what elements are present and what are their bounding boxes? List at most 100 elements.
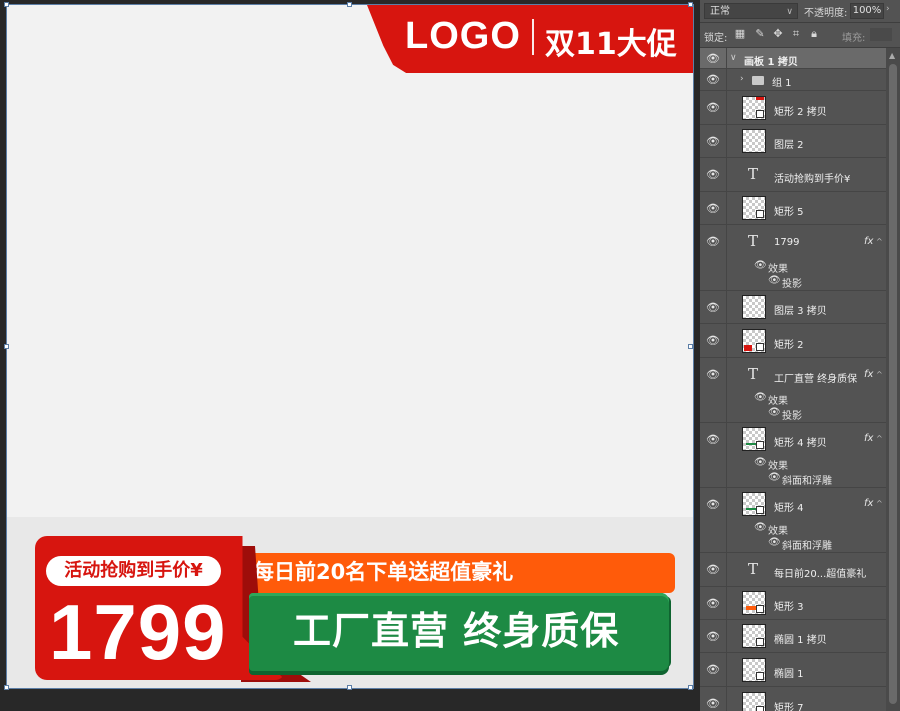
eye-icon[interactable]: 👁︎ <box>706 433 720 447</box>
text-layer-icon: T <box>748 232 759 250</box>
fx-icon[interactable]: fx <box>864 498 873 509</box>
smart-object-badge-icon <box>756 638 764 646</box>
transform-handle-top-middle[interactable] <box>347 2 352 7</box>
chevron-up-icon[interactable]: ^ <box>876 370 883 379</box>
scrollbar-thumb[interactable] <box>889 64 897 704</box>
layer-name: 每日前20...超值豪礼 <box>774 569 867 580</box>
layer-row[interactable]: 👁︎ T 工厂直营 终身质保 fx ^ 👁︎ 效果 👁︎ 投影 <box>700 358 886 423</box>
lock-transparent-pixels-icon[interactable]: ▦ <box>734 28 746 40</box>
eye-icon[interactable]: 👁︎ <box>706 334 720 348</box>
scroll-up-icon[interactable]: ▲ <box>889 51 895 60</box>
text-layer-icon: T <box>748 560 759 578</box>
eye-icon[interactable]: 👁︎ <box>706 630 720 644</box>
eye-icon[interactable]: 👁︎ <box>706 498 720 512</box>
layer-row[interactable]: 👁︎ T 每日前20...超值豪礼 <box>700 553 886 587</box>
eye-icon[interactable]: 👁︎ <box>706 202 720 216</box>
folder-icon <box>752 76 764 85</box>
smart-object-badge-icon <box>756 672 764 680</box>
logo-promo-text: 双11大促 <box>545 27 677 62</box>
layer-row-group[interactable]: 👁︎ › 组 1 <box>700 69 886 91</box>
eye-icon[interactable]: 👁︎ <box>706 235 720 249</box>
fx-icon[interactable]: fx <box>864 369 873 380</box>
eye-icon[interactable]: 👁︎ <box>706 368 720 382</box>
transform-handle-top-left[interactable] <box>4 2 9 7</box>
chevron-up-icon[interactable]: ^ <box>876 499 883 508</box>
eye-icon[interactable]: 👁︎ <box>706 52 720 66</box>
layer-thumbnail <box>742 427 766 451</box>
eye-icon[interactable]: 👁︎ <box>754 457 767 468</box>
layer-row-artboard[interactable]: 👁︎ ∨ 画板 1 拷贝 <box>700 48 886 69</box>
artboard[interactable]: LOGO 双11大促 每日前20名下单送超值豪礼 活动抢购到手价¥ 1799 工… <box>6 4 694 689</box>
layer-row[interactable]: 👁︎ 矩形 4 拷贝 fx ^ 👁︎ 效果 👁︎ 斜面和浮雕 <box>700 423 886 488</box>
fill-label: 填充: <box>842 33 866 44</box>
eye-icon[interactable]: 👁︎ <box>706 663 720 677</box>
chevron-right-icon[interactable]: › <box>740 74 744 84</box>
transform-handle-bottom-right[interactable] <box>688 685 693 690</box>
layer-row[interactable]: 👁︎ 图层 2 <box>700 125 886 158</box>
effects-label: 效果 <box>768 526 788 537</box>
chevron-down-icon[interactable]: ∨ <box>730 53 737 63</box>
layer-thumbnail <box>742 658 766 682</box>
fx-icon[interactable]: fx <box>864 433 873 444</box>
effect-item: 投影 <box>782 411 802 422</box>
eye-icon[interactable]: 👁︎ <box>706 563 720 577</box>
eye-icon[interactable]: 👁︎ <box>706 168 720 182</box>
logo-tab[interactable]: LOGO 双11大促 <box>367 5 693 73</box>
chevron-right-icon[interactable]: › <box>886 4 890 14</box>
transform-handle-middle-left[interactable] <box>4 344 9 349</box>
layer-row[interactable]: 👁︎ 矩形 4 fx ^ 👁︎ 效果 👁︎ 斜面和浮雕 <box>700 488 886 553</box>
eye-icon[interactable]: 👁︎ <box>754 522 767 533</box>
eye-icon[interactable]: 👁︎ <box>706 301 720 315</box>
layers-scrollbar[interactable]: ▲ <box>886 48 900 711</box>
opacity-input[interactable]: 100% <box>850 3 884 19</box>
logo-text: LOGO <box>405 15 521 57</box>
eye-icon[interactable]: 👁︎ <box>754 260 767 271</box>
blend-mode-value: 正常 <box>710 6 730 17</box>
orange-promo-bar[interactable]: 每日前20名下单送超值豪礼 <box>239 553 675 593</box>
eye-icon[interactable]: 👁︎ <box>768 407 781 418</box>
thumbnail-mark <box>746 443 756 445</box>
lock-position-icon[interactable]: ✥ <box>772 28 784 40</box>
layer-name: 图层 2 <box>774 140 804 151</box>
eye-icon[interactable]: 👁︎ <box>768 472 781 483</box>
transform-handle-bottom-middle[interactable] <box>347 685 352 690</box>
fill-input[interactable] <box>870 28 892 41</box>
transform-handle-middle-right[interactable] <box>688 344 693 349</box>
eye-icon[interactable]: 👁︎ <box>768 275 781 286</box>
layer-row[interactable]: 👁︎ 矩形 3 <box>700 587 886 620</box>
transform-handle-top-right[interactable] <box>688 2 693 7</box>
eye-icon[interactable]: 👁︎ <box>706 697 720 711</box>
eye-icon[interactable]: 👁︎ <box>706 597 720 611</box>
layer-row[interactable]: 👁︎ T 1799 fx ^ 👁︎ 效果 👁︎ 投影 <box>700 225 886 291</box>
layer-row[interactable]: 👁︎ T 活动抢购到手价¥ <box>700 158 886 192</box>
layer-row[interactable]: 👁︎ 椭圆 1 <box>700 653 886 687</box>
fx-icon[interactable]: fx <box>864 236 873 247</box>
lock-all-icon[interactable]: 🔒︎ <box>808 28 820 40</box>
layers-panel: 正常 ∨ 不透明度: 100% › 锁定: ▦ ✎ ✥ ⌗ 🔒︎ 填充: 👁︎ … <box>700 0 900 711</box>
transform-handle-bottom-left[interactable] <box>4 685 9 690</box>
chevron-up-icon[interactable]: ^ <box>876 237 883 246</box>
lock-row: 锁定: ▦ ✎ ✥ ⌗ 🔒︎ 填充: <box>700 23 900 48</box>
lock-image-pixels-icon[interactable]: ✎ <box>754 28 766 40</box>
eye-icon[interactable]: 👁︎ <box>754 392 767 403</box>
layer-row[interactable]: 👁︎ 图层 3 拷贝 <box>700 291 886 324</box>
eye-icon[interactable]: 👁︎ <box>706 101 720 115</box>
eye-icon[interactable]: 👁︎ <box>768 537 781 548</box>
effect-item: 投影 <box>782 279 802 290</box>
eye-icon[interactable]: 👁︎ <box>706 73 720 87</box>
smart-object-badge-icon <box>756 706 764 711</box>
lock-artboard-icon[interactable]: ⌗ <box>790 28 802 40</box>
blend-mode-select[interactable]: 正常 ∨ <box>704 3 798 19</box>
canvas-area[interactable]: LOGO 双11大促 每日前20名下单送超值豪礼 活动抢购到手价¥ 1799 工… <box>0 0 700 711</box>
chevron-up-icon[interactable]: ^ <box>876 434 883 443</box>
layer-row[interactable]: 👁︎ 矩形 2 <box>700 324 886 358</box>
layer-name: 椭圆 1 拷贝 <box>774 635 827 646</box>
layer-row[interactable]: 👁︎ 矩形 5 <box>700 192 886 225</box>
layer-row[interactable]: 👁︎ 椭圆 1 拷贝 <box>700 620 886 653</box>
layer-name: 椭圆 1 <box>774 669 804 680</box>
layer-row[interactable]: 👁︎ 矩形 2 拷贝 <box>700 91 886 125</box>
layer-row[interactable]: 👁︎ 矩形 7 <box>700 687 886 711</box>
promo-banner[interactable]: 每日前20名下单送超值豪礼 活动抢购到手价¥ 1799 工厂直营 终身质保 <box>35 536 675 684</box>
eye-icon[interactable]: 👁︎ <box>706 135 720 149</box>
green-guarantee-bar[interactable]: 工厂直营 终身质保 <box>249 593 669 671</box>
